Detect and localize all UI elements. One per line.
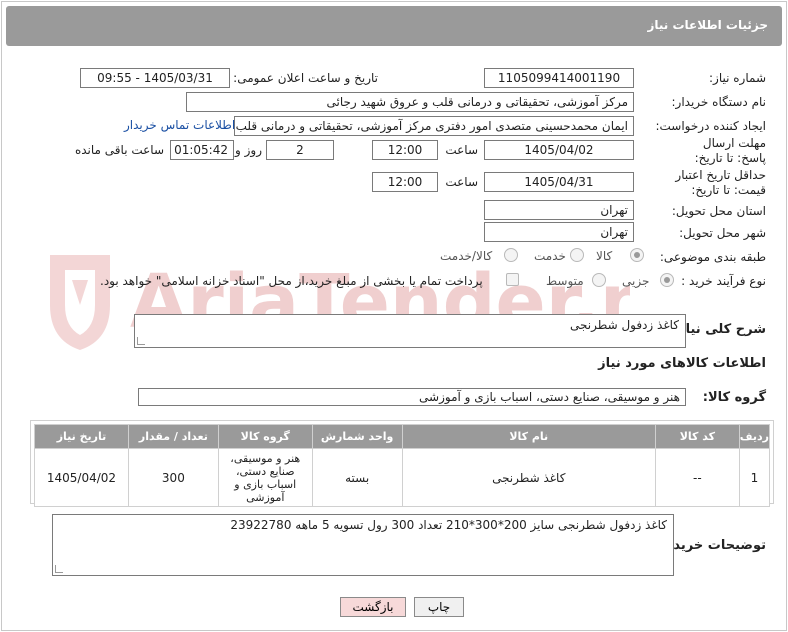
resize-handle-icon[interactable] <box>55 565 63 573</box>
col-date: تاریخ نیاز <box>34 424 129 449</box>
category-goods-radio[interactable] <box>630 248 644 262</box>
category-goods-service-label: کالا/خدمت <box>440 249 493 263</box>
general-desc-text: کاغذ زدفول شطرنجی <box>570 318 679 332</box>
category-service-label: خدمت <box>534 249 566 263</box>
cell-group: هنر و موسیقی، صنایع دستی، اسباب بازی و آ… <box>217 448 313 507</box>
goods-group-field: هنر و موسیقی، صنایع دستی، اسباب بازی و آ… <box>138 388 686 406</box>
requester-label: ایجاد کننده درخواست: <box>655 119 766 133</box>
requester-field: ایمان محمدحسینی متصدی امور دفتری مرکز آم… <box>234 116 634 136</box>
category-goods-service-radio[interactable] <box>504 248 518 262</box>
price-date-field: 1405/04/31 <box>484 172 634 192</box>
need-number-field: 1105099414001190 <box>484 68 634 88</box>
price-time-label: ساعت <box>445 175 478 189</box>
goods-info-heading: اطلاعات کالاهای مورد نیاز <box>598 356 766 371</box>
cell-name: کاغذ شطرنجی <box>401 448 656 507</box>
city-field: تهران <box>484 222 634 242</box>
province-label: استان محل تحویل: <box>671 204 766 218</box>
general-desc-label: شرح کلی نیاز: <box>672 322 766 337</box>
days-and-label: روز و <box>235 143 262 157</box>
province-field: تهران <box>484 200 634 220</box>
process-partial-radio[interactable] <box>660 273 674 287</box>
buyer-org-label: نام دستگاه خریدار: <box>671 95 767 109</box>
col-unit: واحد شمارش <box>311 424 403 449</box>
treasury-payment-note: پرداخت تمام یا بخشی از مبلغ خرید،از محل … <box>100 274 483 288</box>
price-validity-label: حداقل تاریخ اعتبار قیمت: تا تاریخ: <box>675 168 766 197</box>
goods-group-label: گروه کالا: <box>702 390 766 405</box>
reply-date-field: 1405/04/02 <box>484 140 634 160</box>
treasury-payment-checkbox[interactable] <box>506 273 519 286</box>
reply-time-label: ساعت <box>445 143 478 157</box>
reply-deadline-label: مهلت ارسال پاسخ: تا تاریخ: <box>694 136 766 165</box>
category-label: طبقه بندی موضوعی: <box>659 250 766 264</box>
cell-unit: بسته <box>311 448 403 507</box>
col-name: نام کالا <box>401 424 656 449</box>
process-medium-label: متوسط <box>546 274 584 288</box>
buyer-org-field: مرکز آموزشی، تحقیقاتی و درمانی قلب و عرو… <box>186 92 634 112</box>
price-time-field: 12:00 <box>372 172 438 192</box>
col-row: ردیف <box>738 424 771 449</box>
col-code: کد کالا <box>654 424 740 449</box>
col-group: گروه کالا <box>217 424 313 449</box>
cell-qty: 300 <box>127 448 219 507</box>
city-label: شهر محل تحویل: <box>679 226 766 240</box>
print-button[interactable]: چاپ <box>414 597 464 617</box>
category-service-radio[interactable] <box>570 248 584 262</box>
table-row: 1 -- کاغذ شطرنجی بسته هنر و موسیقی، صنای… <box>34 448 771 507</box>
general-desc-textarea: کاغذ زدفول شطرنجی <box>134 314 686 348</box>
reply-time-field: 12:00 <box>372 140 438 160</box>
process-type-label: نوع فرآیند خرید : <box>681 274 766 288</box>
back-button[interactable]: بازگشت <box>340 597 406 617</box>
announce-datetime-label: تاریخ و ساعت اعلان عمومی: <box>233 71 378 85</box>
process-medium-radio[interactable] <box>592 273 606 287</box>
page-header: جزئیات اطلاعات نیاز <box>6 6 782 46</box>
announce-datetime-field: 1405/03/31 - 09:55 <box>80 68 230 88</box>
buyer-contact-link[interactable]: اطلاعات تماس خریدار <box>124 118 235 132</box>
cell-code: -- <box>654 448 740 507</box>
items-table: ردیف کد کالا نام کالا واحد شمارش گروه کا… <box>34 424 771 507</box>
process-partial-label: جزیی <box>622 274 650 288</box>
page-title: جزئیات اطلاعات نیاز <box>647 18 768 32</box>
cell-row: 1 <box>738 448 771 507</box>
time-left-label: ساعت باقی مانده <box>74 143 164 157</box>
need-number-label: شماره نیاز: <box>709 71 766 85</box>
col-qty: تعداد / مقدار <box>127 424 219 449</box>
time-remaining-field: 01:05:42 <box>170 140 234 160</box>
category-goods-label: کالا <box>596 249 613 263</box>
buyer-notes-text: کاغذ زدفول شطرنجی سایز 200*300*210 تعداد… <box>230 518 667 532</box>
days-remaining-field: 2 <box>266 140 334 160</box>
cell-date: 1405/04/02 <box>34 448 129 507</box>
resize-handle-icon[interactable] <box>137 337 145 345</box>
buyer-notes-textarea: کاغذ زدفول شطرنجی سایز 200*300*210 تعداد… <box>52 514 674 576</box>
